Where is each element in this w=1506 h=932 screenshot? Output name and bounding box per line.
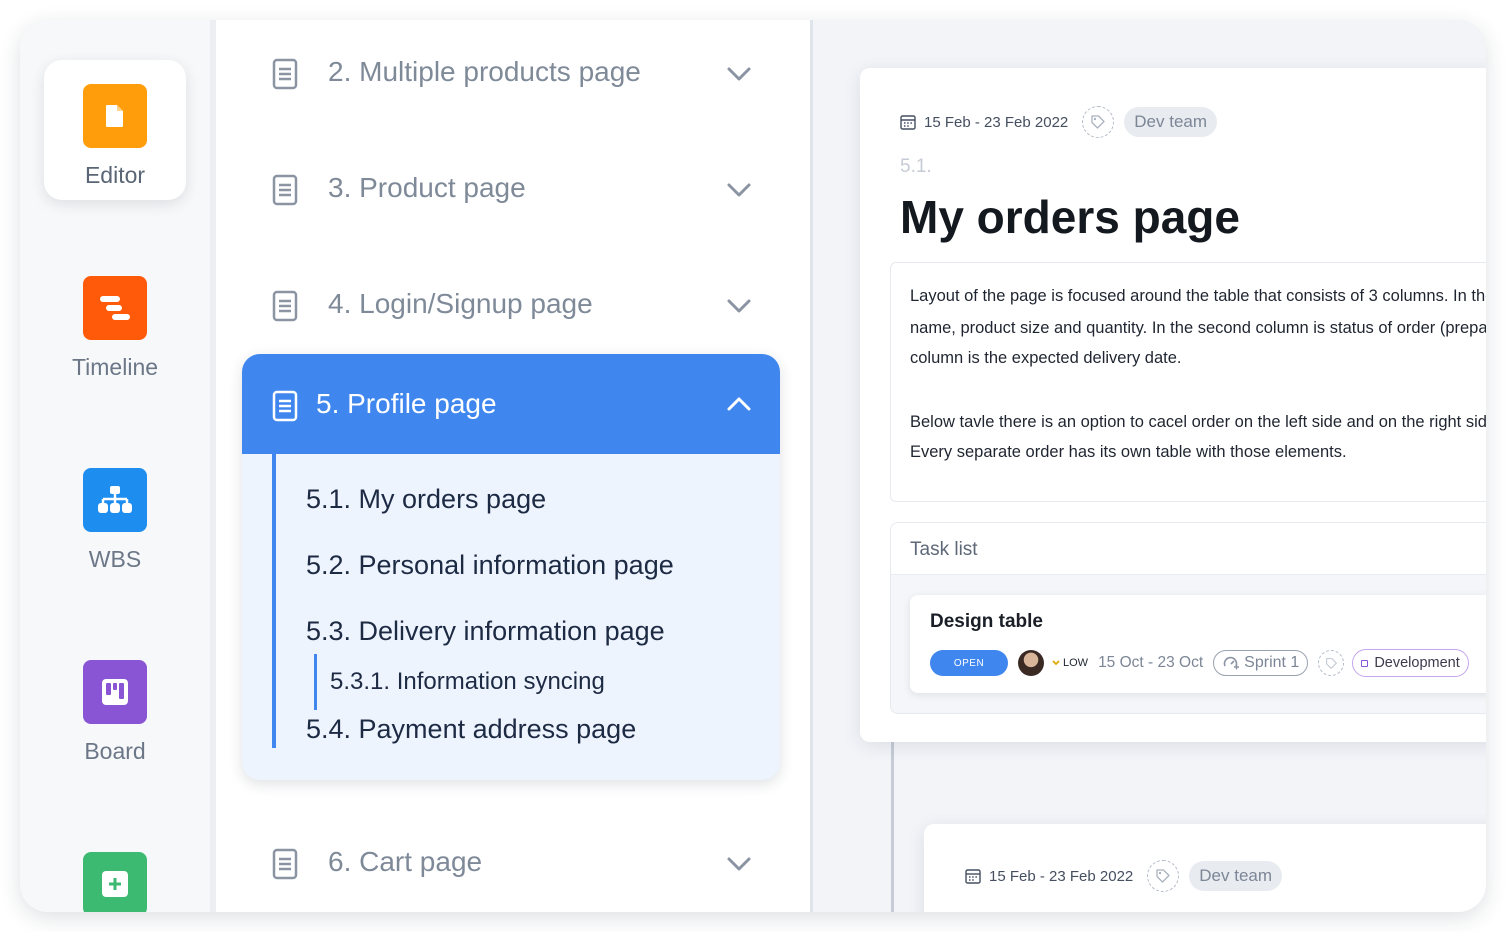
- tree-subitem-personal-information[interactable]: 5.2. Personal information page: [306, 550, 674, 581]
- sprint-icon: [1223, 656, 1240, 670]
- task-list-header: Task list: [891, 523, 1486, 575]
- page-title[interactable]: My orders page: [900, 190, 1240, 244]
- tree-indent-line: [314, 654, 317, 710]
- tree-item-label: 5. Profile page: [316, 388, 497, 419]
- priority-label: LOW: [1063, 657, 1089, 669]
- task-date[interactable]: 15 Oct - 23 Oct: [1098, 654, 1203, 672]
- calendar-icon: [900, 115, 916, 130]
- document-icon: [272, 174, 298, 206]
- plus-icon: [83, 852, 147, 912]
- page-meta: 15 Feb - 23 Feb 2022 Dev team: [965, 860, 1283, 892]
- label-badge[interactable]: Development: [1352, 649, 1469, 677]
- rail-label-board: Board: [84, 738, 146, 764]
- sprint-label: Sprint 1: [1244, 654, 1300, 671]
- chevron-down-icon: [1052, 660, 1060, 666]
- board-icon: [83, 660, 147, 724]
- calendar-icon: [965, 869, 981, 884]
- app-rail: Editor Timeline WBS Board: [20, 20, 210, 912]
- tree-item-profile[interactable]: 5. Profile page: [242, 354, 780, 454]
- page-card: 15 Feb - 23 Feb 2022 Dev team 5.1. My or…: [860, 68, 1486, 742]
- rail-item-editor[interactable]: Editor: [44, 60, 186, 200]
- tree-item-label: 3. Product page: [328, 172, 526, 203]
- sprint-badge[interactable]: Sprint 1: [1213, 650, 1309, 676]
- rail-label-timeline: Timeline: [71, 354, 159, 380]
- avatar[interactable]: [1018, 650, 1044, 676]
- task-title: Design table: [930, 611, 1043, 632]
- description-line: Layout of the page is focused around the…: [910, 287, 1486, 305]
- hierarchy-icon: [83, 468, 147, 532]
- chevron-down-icon[interactable]: [726, 856, 752, 872]
- chevron-down-icon[interactable]: [726, 298, 752, 314]
- tree-item-multiple-products[interactable]: 2. Multiple products page: [216, 40, 812, 110]
- task-meta: OPEN LOW 15 Oct - 23 Oct Sprint 1 Develo…: [930, 649, 1469, 677]
- tree-subitem-information-syncing[interactable]: 5.3.1. Information syncing: [330, 668, 605, 696]
- page-number: 5.1.: [900, 156, 932, 177]
- add-tag-button[interactable]: [1318, 650, 1345, 676]
- tree-indent-line: [272, 454, 276, 748]
- task-list-title: Task list: [910, 539, 978, 560]
- tree-item-cart[interactable]: 6. Cart page: [216, 830, 812, 900]
- chevron-down-icon[interactable]: [726, 66, 752, 82]
- tree-item-product[interactable]: 3. Product page: [216, 156, 812, 226]
- description-line: Below tavle there is an option to cacel …: [910, 413, 1486, 431]
- team-badge[interactable]: Dev team: [1124, 107, 1218, 137]
- team-badge[interactable]: Dev team: [1189, 861, 1283, 891]
- next-page-card: 15 Feb - 23 Feb 2022 Dev team: [924, 824, 1486, 912]
- priority-selector[interactable]: LOW: [1052, 657, 1088, 669]
- description-editor[interactable]: Layout of the page is focused around the…: [890, 262, 1486, 502]
- chevron-down-icon[interactable]: [726, 182, 752, 198]
- date-range[interactable]: 15 Feb - 23 Feb 2022: [989, 868, 1133, 885]
- tree-subitem-delivery-information[interactable]: 5.3. Delivery information page: [306, 616, 665, 647]
- task-list: Task list Design table OPEN LOW 15 Oct -…: [890, 522, 1486, 714]
- add-tag-button[interactable]: [1082, 106, 1115, 138]
- app-window: Editor Timeline WBS Board 2. Multiple pr…: [20, 20, 1486, 912]
- label-text: Development: [1374, 655, 1460, 671]
- rail-item-timeline[interactable]: Timeline: [44, 252, 186, 392]
- label-square-icon: [1361, 659, 1369, 667]
- timeline-connector: [891, 720, 894, 912]
- page-tree: 2. Multiple products page 3. Product pag…: [216, 20, 812, 912]
- date-range[interactable]: 15 Feb - 23 Feb 2022: [924, 114, 1068, 131]
- document-icon: [272, 58, 298, 90]
- rail-item-add[interactable]: [44, 828, 186, 912]
- rail-label-wbs: WBS: [88, 546, 142, 572]
- detail-pane: 15 Feb - 23 Feb 2022 Dev team 5.1. My or…: [813, 20, 1486, 912]
- tree-item-label: 2. Multiple products page: [328, 56, 641, 87]
- chevron-up-icon[interactable]: [726, 396, 752, 412]
- tag-icon: [1156, 869, 1170, 883]
- tree-subitem-my-orders[interactable]: 5.1. My orders page: [306, 484, 546, 515]
- rail-item-board[interactable]: Board: [44, 636, 186, 776]
- tree-subitem-payment-address[interactable]: 5.4. Payment address page: [306, 714, 636, 745]
- description-line: column is the expected delivery date.: [910, 349, 1182, 367]
- timeline-icon: [83, 276, 147, 340]
- add-tag-button[interactable]: [1147, 860, 1180, 892]
- document-icon: [272, 848, 298, 880]
- task-card[interactable]: Design table OPEN LOW 15 Oct - 23 Oct Sp…: [910, 595, 1486, 693]
- document-icon: [272, 390, 298, 422]
- document-icon: [272, 290, 298, 322]
- description-line: Every separate order has its own table w…: [910, 443, 1347, 461]
- rail-label-editor: Editor: [84, 162, 146, 188]
- tree-item-login-signup[interactable]: 4. Login/Signup page: [216, 272, 812, 342]
- tree-item-label: 4. Login/Signup page: [328, 288, 593, 319]
- rail-item-wbs[interactable]: WBS: [44, 444, 186, 584]
- description-line: name, product size and quantity. In the …: [910, 319, 1486, 337]
- page-meta: 15 Feb - 23 Feb 2022 Dev team: [900, 106, 1218, 138]
- tree-section-profile: 5. Profile page 5.1. My orders page 5.2.…: [242, 354, 780, 780]
- tree-item-label: 6. Cart page: [328, 846, 483, 877]
- document-icon: [83, 84, 147, 148]
- status-badge[interactable]: OPEN: [930, 650, 1008, 676]
- tag-icon: [1091, 115, 1105, 129]
- tag-icon: [1325, 657, 1337, 669]
